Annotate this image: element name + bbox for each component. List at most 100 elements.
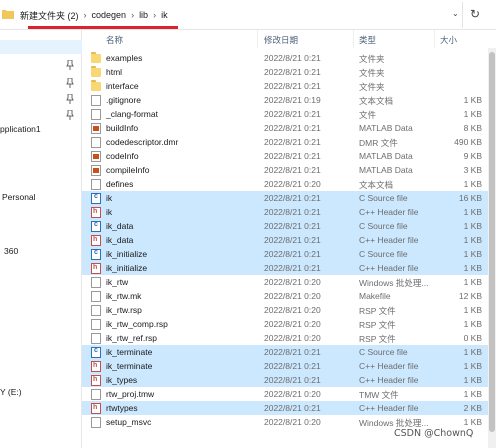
breadcrumb-item[interactable]: lib (139, 10, 148, 20)
nav-item[interactable]: pplication1 (0, 124, 41, 134)
file-row[interactable]: ik 2022/8/21 0:21 C Source file 16 KB (82, 191, 488, 205)
file-name[interactable]: ik_initialize (106, 249, 147, 259)
file-row[interactable]: ik_initialize 2022/8/21 0:21 C++ Header fi… (82, 261, 488, 275)
pin-icon[interactable] (66, 60, 74, 70)
file-name[interactable]: html (106, 67, 122, 77)
file-name[interactable]: ik_terminate (106, 361, 152, 371)
file-row[interactable]: ik_rtw.mk 2022/8/21 0:20 Makefile 12 KB (82, 289, 488, 303)
file-row[interactable]: buildInfo 2022/8/21 0:21 MATLAB Data 8 KB (82, 121, 488, 135)
file-size: 9 KB (463, 151, 482, 161)
breadcrumb-item[interactable]: 新建文件夹 (2) (20, 9, 79, 22)
refresh-icon[interactable]: ↻ (470, 7, 480, 21)
file-name[interactable]: setup_msvc (106, 417, 151, 427)
file-name[interactable]: examples (106, 53, 142, 63)
column-header-name[interactable]: 名称 (106, 34, 123, 46)
column-divider[interactable] (257, 30, 258, 48)
file-name[interactable]: ik (106, 207, 112, 217)
file-name[interactable]: rtwtypes (106, 403, 138, 413)
file-name[interactable]: codedescriptor.dmr (106, 137, 178, 147)
column-header-date[interactable]: 修改日期 (264, 34, 298, 46)
file-row[interactable]: setup_msvc 2022/8/21 0:20 Windows 批处理... 1 … (82, 415, 488, 429)
file-row[interactable]: html 2022/8/21 0:21 文件夹 (82, 65, 488, 79)
header-file-icon (91, 263, 101, 274)
nav-item[interactable]: 360 (4, 246, 18, 256)
address-bar[interactable]: 新建文件夹 (2) › codegen › lib › ik ⌄ ↻ (0, 0, 496, 30)
file-row[interactable]: interface 2022/8/21 0:21 文件夹 (82, 79, 488, 93)
file-icon (91, 109, 101, 120)
file-row[interactable]: ik_rtw_comp.rsp 2022/8/21 0:20 RSP 文件 1 KB (82, 317, 488, 331)
file-date: 2022/8/21 0:21 (264, 151, 321, 161)
file-date: 2022/8/21 0:21 (264, 235, 321, 245)
file-name[interactable]: _clang-format (106, 109, 158, 119)
file-size: 1 KB (463, 319, 482, 329)
header-file-icon (91, 235, 101, 246)
file-name[interactable]: .gitignore (106, 95, 141, 105)
pin-icon[interactable] (66, 78, 74, 88)
file-row[interactable]: ik_rtw.rsp 2022/8/21 0:20 RSP 文件 1 KB (82, 303, 488, 317)
file-type: DMR 文件 (359, 138, 398, 148)
file-date: 2022/8/21 0:20 (264, 305, 321, 315)
column-header-size[interactable]: 大小 (440, 34, 457, 46)
breadcrumb-item[interactable]: codegen (92, 10, 127, 20)
file-name[interactable]: ik_rtw.mk (106, 291, 141, 301)
scrollbar-thumb[interactable] (489, 52, 495, 432)
nav-item[interactable]: Personal (2, 192, 36, 202)
file-row[interactable]: defines 2022/8/21 0:20 文本文档 1 KB (82, 177, 488, 191)
file-name[interactable]: ik_data (106, 235, 133, 245)
file-name[interactable]: ik_types (106, 375, 137, 385)
file-name[interactable]: defines (106, 179, 133, 189)
file-row[interactable]: ik_types 2022/8/21 0:21 C++ Header file 1 K… (82, 373, 488, 387)
nav-item[interactable]: Y (E:) (0, 387, 22, 397)
file-row[interactable]: ik_data 2022/8/21 0:21 C Source file 1 KB (82, 219, 488, 233)
column-header-type[interactable]: 类型 (359, 34, 376, 46)
file-name[interactable]: ik (106, 193, 112, 203)
file-name[interactable]: ik_rtw.rsp (106, 305, 142, 315)
file-size: 16 KB (458, 193, 482, 203)
column-divider[interactable] (353, 30, 354, 48)
nav-selected-item[interactable] (0, 40, 82, 54)
file-name[interactable]: ik_rtw (106, 277, 128, 287)
file-row[interactable]: _clang-format 2022/8/21 0:21 文件 1 KB (82, 107, 488, 121)
file-row[interactable]: rtw_proj.tmw 2022/8/21 0:20 TMW 文件 1 KB (82, 387, 488, 401)
file-date: 2022/8/21 0:21 (264, 193, 321, 203)
file-row[interactable]: ik 2022/8/21 0:21 C++ Header file 1 KB (82, 205, 488, 219)
file-name[interactable]: codeInfo (106, 151, 139, 161)
file-name[interactable]: compileInfo (106, 165, 149, 175)
vertical-scrollbar[interactable] (488, 48, 496, 448)
file-row[interactable]: rtwtypes 2022/8/21 0:21 C++ Header file 2 K… (82, 401, 488, 415)
file-size: 0 KB (463, 333, 482, 343)
file-name[interactable]: ik_terminate (106, 347, 152, 357)
file-name[interactable]: buildInfo (106, 123, 138, 133)
file-type: C++ Header file (359, 235, 419, 245)
file-type: C Source file (359, 347, 408, 357)
file-row[interactable]: ik_terminate 2022/8/21 0:21 C Source file 1… (82, 345, 488, 359)
file-row[interactable]: ik_rtw_ref.rsp 2022/8/21 0:20 RSP 文件 0 KB (82, 331, 488, 345)
file-row[interactable]: ik_initialize 2022/8/21 0:21 C Source file… (82, 247, 488, 261)
file-row[interactable]: ik_rtw 2022/8/21 0:20 Windows 批处理... 1 KB (82, 275, 488, 289)
file-row[interactable]: ik_data 2022/8/21 0:21 C++ Header file 1 KB (82, 233, 488, 247)
file-name[interactable]: ik_rtw_comp.rsp (106, 319, 168, 329)
pin-icon[interactable] (66, 94, 74, 104)
file-type: RSP 文件 (359, 334, 396, 344)
column-divider[interactable] (434, 30, 435, 48)
file-row[interactable]: ik_terminate 2022/8/21 0:21 C++ Header fil… (82, 359, 488, 373)
file-date: 2022/8/21 0:20 (264, 319, 321, 329)
file-name[interactable]: ik_rtw_ref.rsp (106, 333, 157, 343)
file-row[interactable]: codeInfo 2022/8/21 0:21 MATLAB Data 9 KB (82, 149, 488, 163)
file-type: MATLAB Data (359, 123, 413, 133)
file-date: 2022/8/21 0:20 (264, 179, 321, 189)
file-name[interactable]: ik_initialize (106, 263, 147, 273)
file-row[interactable]: codedescriptor.dmr 2022/8/21 0:21 DMR 文件 49… (82, 135, 488, 149)
file-row[interactable]: compileInfo 2022/8/21 0:21 MATLAB Data 3 KB (82, 163, 488, 177)
file-name[interactable]: rtw_proj.tmw (106, 389, 154, 399)
breadcrumb-item[interactable]: ik (161, 10, 168, 20)
file-row[interactable]: .gitignore 2022/8/21 0:19 文本文档 1 KB (82, 93, 488, 107)
file-row[interactable]: examples 2022/8/21 0:21 文件夹 (82, 51, 488, 65)
folder-icon (91, 66, 101, 77)
file-name[interactable]: ik_data (106, 221, 133, 231)
chevron-down-icon[interactable]: ⌄ (452, 9, 459, 18)
file-type: Windows 批处理... (359, 278, 429, 288)
pin-icon[interactable] (66, 110, 74, 120)
file-date: 2022/8/21 0:21 (264, 67, 321, 77)
file-name[interactable]: interface (106, 81, 139, 91)
